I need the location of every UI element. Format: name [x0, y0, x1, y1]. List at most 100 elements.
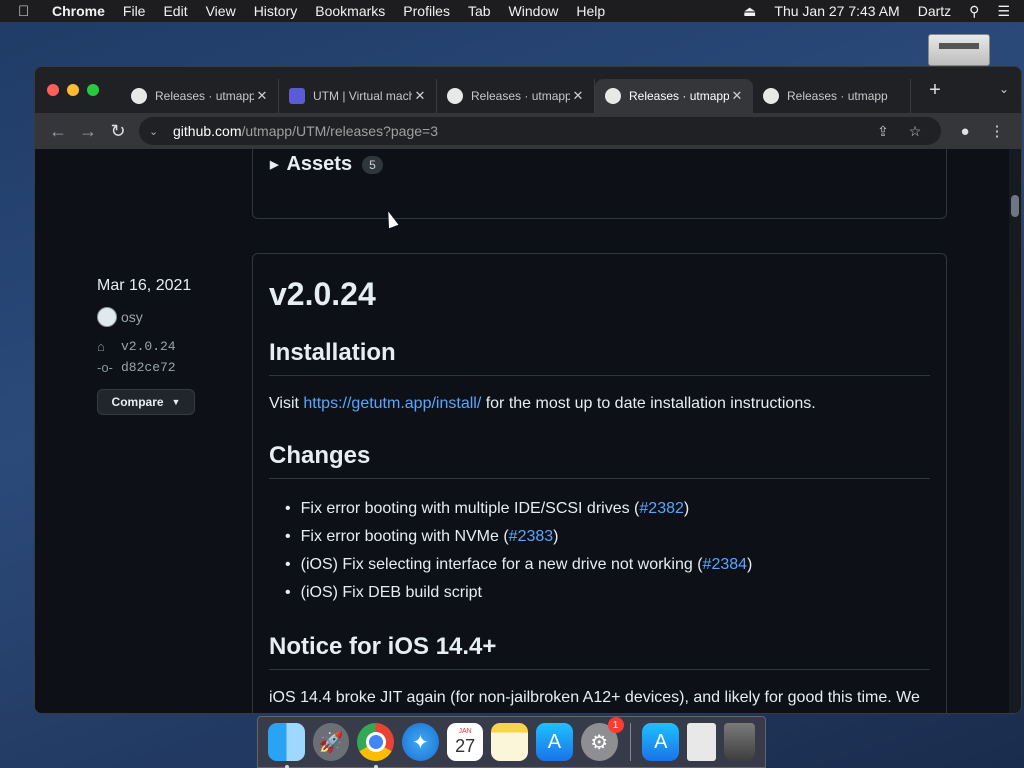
trash-icon[interactable] [724, 723, 756, 761]
notification-badge: 1 [607, 717, 624, 733]
menu-bar:  Chrome File Edit View History Bookmark… [0, 0, 1024, 22]
install-link[interactable]: https://getutm.app/install/ [303, 395, 481, 412]
new-tab-plus-icon[interactable]: + [925, 79, 945, 102]
list-item: (iOS) Fix selecting interface for a new … [285, 551, 930, 579]
eject-icon[interactable]: ⏏ [743, 3, 756, 20]
spotlight-search-icon[interactable]: ⚲ [969, 3, 979, 20]
menu-user[interactable]: Dartz [918, 3, 951, 19]
scrollbar-thumb[interactable] [1011, 195, 1019, 217]
calendar-month: JAN [458, 727, 472, 735]
browser-toolbar: ← → ↻ ⌄ github.com /utmapp/UTM/releases?… [35, 113, 1021, 149]
profile-icon[interactable]: ● [949, 123, 981, 140]
assets-count-badge: 5 [362, 155, 383, 174]
avatar[interactable] [97, 307, 117, 327]
tab-title: Releases · utmapp [471, 89, 570, 103]
changes-heading: Changes [269, 442, 930, 479]
tab-releases-3[interactable]: Releases · utmapp [753, 79, 911, 113]
menu-app-name[interactable]: Chrome [52, 3, 105, 19]
release-author[interactable]: osy [97, 307, 195, 327]
commit-sha[interactable]: d82ce72 [121, 360, 176, 375]
dock: 🚀 ✦ JAN 27 A ⚙ 1 A [257, 716, 766, 768]
dock-separator [629, 723, 631, 761]
forward-arrow-icon[interactable]: → [73, 121, 103, 142]
list-item: (iOS) Fix DEB build script [285, 579, 930, 607]
utm-icon [289, 88, 305, 104]
github-icon [131, 88, 147, 104]
more-menu-icon[interactable]: ⋮ [981, 122, 1013, 140]
author-name[interactable]: osy [121, 309, 143, 325]
app-store-icon[interactable]: A [536, 723, 573, 761]
install-prefix: Visit [269, 395, 304, 412]
release-date: Mar 16, 2021 [97, 277, 192, 294]
tab-releases-2[interactable]: Releases · utmapp ✕ [437, 79, 595, 113]
release-sidebar: Mar 16, 2021 osy ⌂ v2.0.24 -o- d82ce72 C… [97, 277, 195, 415]
chrome-icon[interactable] [357, 723, 395, 768]
drive-icon[interactable] [928, 34, 990, 66]
close-window-button[interactable] [47, 84, 59, 96]
zoom-window-button[interactable] [87, 84, 99, 96]
menu-help[interactable]: Help [576, 3, 605, 19]
close-tab-icon[interactable]: ✕ [412, 88, 428, 104]
tab-search-chevron-icon[interactable]: ⌄ [999, 82, 1009, 96]
menu-edit[interactable]: Edit [163, 3, 187, 19]
apple-icon[interactable]:  [18, 3, 40, 20]
scrollbar[interactable] [1009, 149, 1021, 713]
document-icon[interactable] [687, 723, 717, 761]
tab-releases-1[interactable]: Releases · utmapp ✕ [121, 79, 279, 113]
tab-title: UTM | Virtual machines [313, 89, 412, 103]
site-info-chevron-icon[interactable]: ⌄ [149, 125, 165, 138]
list-item: Fix error booting with multiple IDE/SCSI… [285, 495, 930, 523]
url-path: /utmapp/UTM/releases?page=3 [241, 123, 438, 139]
reload-icon[interactable]: ↻ [103, 121, 133, 142]
launchpad-icon[interactable]: 🚀 [312, 723, 350, 761]
bookmark-star-icon[interactable]: ☆ [899, 123, 931, 140]
commit-icon: -o- [97, 360, 113, 375]
control-center-icon[interactable]: ☰ [997, 3, 1010, 20]
utm-icon[interactable]: A [642, 723, 680, 761]
tab-strip: Releases · utmapp ✕ UTM | Virtual machin… [35, 67, 1021, 113]
installation-text: Visit https://getutm.app/install/ for th… [269, 392, 930, 416]
compare-button[interactable]: Compare ▼ [97, 389, 195, 415]
tab-releases-active[interactable]: Releases · utmapp ✕ [595, 79, 753, 113]
url-host: github.com [173, 123, 242, 139]
notes-icon[interactable] [491, 723, 529, 761]
issue-link[interactable]: #2382 [639, 500, 684, 517]
tab-title: Releases · utmapp [155, 89, 254, 103]
tag-name[interactable]: v2.0.24 [121, 339, 176, 354]
system-preferences-icon[interactable]: ⚙ 1 [580, 717, 624, 761]
minimize-window-button[interactable] [67, 84, 79, 96]
calendar-day: 27 [455, 735, 476, 756]
menu-history[interactable]: History [254, 3, 298, 19]
menu-view[interactable]: View [206, 3, 236, 19]
calendar-icon[interactable]: JAN 27 [446, 723, 484, 761]
caret-down-icon: ▼ [171, 397, 181, 407]
menu-bookmarks[interactable]: Bookmarks [315, 3, 385, 19]
menu-tab[interactable]: Tab [468, 3, 491, 19]
tab-title: Releases · utmapp [787, 89, 888, 103]
change-text: (iOS) Fix selecting interface for a new … [300, 556, 703, 573]
close-tab-icon[interactable]: ✕ [570, 88, 586, 104]
release-commit[interactable]: -o- d82ce72 [97, 360, 195, 375]
safari-icon[interactable]: ✦ [402, 723, 439, 761]
assets-toggle[interactable]: ▶ Assets 5 [270, 153, 383, 176]
window-controls [47, 84, 107, 96]
address-bar[interactable]: ⌄ github.com /utmapp/UTM/releases?page=3… [139, 117, 941, 145]
back-arrow-icon[interactable]: ← [43, 121, 73, 142]
tab-utm-virtual-machines[interactable]: UTM | Virtual machines ✕ [279, 79, 437, 113]
menu-window[interactable]: Window [509, 3, 559, 19]
close-tab-icon[interactable]: ✕ [729, 88, 745, 104]
close-tab-icon[interactable]: ✕ [254, 88, 270, 104]
change-end: ) [683, 500, 690, 517]
tab-title: Releases · utmapp [629, 89, 729, 103]
finder-icon[interactable] [268, 723, 305, 768]
menu-profiles[interactable]: Profiles [403, 3, 450, 19]
menu-file[interactable]: File [123, 3, 146, 19]
issue-link[interactable]: #2383 [509, 528, 554, 545]
tag-icon: ⌂ [97, 339, 105, 354]
issue-link[interactable]: #2384 [703, 556, 748, 573]
changes-list: Fix error booting with multiple IDE/SCSI… [285, 495, 930, 607]
share-icon[interactable]: ⇪ [867, 123, 899, 140]
release-tag[interactable]: ⌂ v2.0.24 [97, 339, 195, 354]
menu-clock[interactable]: Thu Jan 27 7:43 AM [774, 3, 899, 19]
release-title[interactable]: v2.0.24 [269, 276, 930, 313]
